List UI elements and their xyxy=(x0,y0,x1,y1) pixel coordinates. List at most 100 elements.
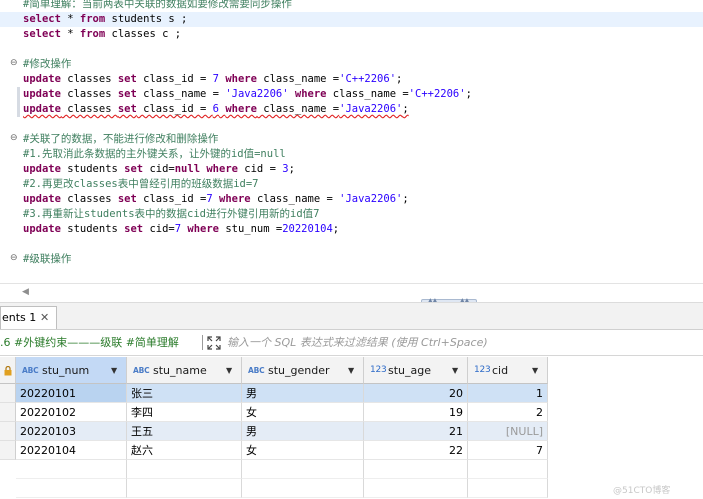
cell-stu-num[interactable]: 20220103 xyxy=(16,422,127,441)
code-token: ; xyxy=(465,88,472,100)
cell-stu-age[interactable]: 20 xyxy=(364,384,468,403)
cell-cid[interactable]: [NULL] xyxy=(468,422,548,441)
scroll-left-arrow-icon[interactable]: ◀ xyxy=(22,287,29,297)
code-token: ; xyxy=(396,73,403,85)
divider xyxy=(202,335,203,350)
sql-statement-line[interactable]: update students set cid=7 where stu_num … xyxy=(0,222,703,237)
cell-stu-gender[interactable]: 女 xyxy=(242,441,364,460)
cell-stu-name[interactable]: 赵六 xyxy=(127,441,242,460)
table-row[interactable]: 20220104 赵六女 22 7 xyxy=(0,441,548,460)
comment-line[interactable]: ⊖ #关联了的数据，不能进行修改和删除操作 xyxy=(0,132,703,147)
filter-input[interactable]: 输入一个 SQL 表达式来过滤结果 (使用 Ctrl+Space) xyxy=(227,330,488,355)
sql-editor[interactable]: #简单理解：当前两表中关联的数据如要修改需要同步操作 select * from … xyxy=(0,0,703,283)
editor-horizontal-scrollbar[interactable]: ◀ ▲▲ ▲▲ xyxy=(0,283,703,305)
cell-stu-age[interactable]: 21 xyxy=(364,422,468,441)
expand-icon[interactable] xyxy=(207,336,221,350)
code-text: update classes set class_id = 7 where cl… xyxy=(23,72,402,87)
sql-statement-line[interactable]: update classes set class_id = 7 where cl… xyxy=(0,72,703,87)
result-grid[interactable]: ABC stu_num ▼ ABC stu_name ▼ ABC stu_gender ▼ 123… xyxy=(0,357,703,499)
keyword-token: set xyxy=(124,223,144,235)
cell-stu-name[interactable]: 王五 xyxy=(127,422,242,441)
watermark: @51CTO博客 xyxy=(613,486,671,496)
code-token: classes xyxy=(60,103,118,115)
code-token: classes c ; xyxy=(105,28,182,40)
column-header-stu-gender[interactable]: ABC stu_gender ▼ xyxy=(242,357,364,384)
code-text: update students set cid=null where cid =… xyxy=(23,162,295,177)
sort-icon[interactable]: ▼ xyxy=(452,357,458,384)
code-text: update students set cid=7 where stu_num … xyxy=(23,222,339,237)
empty-grid-cell xyxy=(16,460,127,479)
sort-icon[interactable]: ▼ xyxy=(348,357,354,384)
cell-stu-age[interactable]: 19 xyxy=(364,403,468,422)
keyword-token: where xyxy=(219,193,251,205)
code-token: students s ; xyxy=(105,13,188,25)
keyword-token: update xyxy=(23,73,61,85)
code-token: * xyxy=(60,13,80,25)
comment-line[interactable]: ⊖ #级联操作 xyxy=(0,252,703,267)
table-row[interactable]: 20220101 张三男 20 1 xyxy=(0,384,548,403)
results-tab-strip: ents 1 ✕ xyxy=(0,302,703,330)
sql-statement-line[interactable]: update classes set class_name = 'Java220… xyxy=(0,87,703,102)
keyword-token: set xyxy=(117,88,137,100)
comment-line[interactable]: ⊖ #修改操作 xyxy=(0,57,703,72)
fold-toggle-icon[interactable]: ⊖ xyxy=(10,254,18,263)
sql-statement-line[interactable]: select * from students s ; xyxy=(0,12,703,27)
keyword-token: select xyxy=(23,28,61,40)
code-token: students xyxy=(60,223,125,235)
empty-grid-cell xyxy=(468,460,548,479)
close-icon[interactable]: ✕ xyxy=(40,307,49,329)
tab-results[interactable]: ents 1 ✕ xyxy=(0,306,57,329)
cell-cid[interactable]: 2 xyxy=(468,403,548,422)
cell-cid[interactable]: 7 xyxy=(468,441,548,460)
keyword-token: update xyxy=(23,103,61,115)
table-row[interactable]: 20220103 王五男 21 [NULL] xyxy=(0,422,548,441)
sql-statement-line[interactable]: update classes set class_id =7 where cla… xyxy=(0,192,703,207)
table-row[interactable]: 20220102 李四女 19 2 xyxy=(0,403,548,422)
sort-icon[interactable]: ▼ xyxy=(532,357,538,384)
string-token: 'C++2206' xyxy=(408,88,466,100)
column-header-stu-age[interactable]: 123 stu_age ▼ xyxy=(364,357,468,384)
fold-toggle-icon[interactable]: ⊖ xyxy=(10,134,18,143)
sort-icon[interactable]: ▼ xyxy=(111,357,117,384)
column-header-stu-name[interactable]: ABC stu_name ▼ xyxy=(127,357,242,384)
sort-icon[interactable]: ▼ xyxy=(226,357,232,384)
cell-stu-gender[interactable]: 女 xyxy=(242,403,364,422)
keyword-token: select xyxy=(23,13,61,25)
cell-stu-gender[interactable]: 男 xyxy=(242,422,364,441)
fold-toggle-icon[interactable]: ⊖ xyxy=(10,59,18,68)
cell-stu-name[interactable]: 张三 xyxy=(127,384,242,403)
comment-text: #关联了的数据，不能进行修改和删除操作 xyxy=(23,133,219,145)
cell-cid[interactable]: 1 xyxy=(468,384,548,403)
cell-stu-name[interactable]: 李四 xyxy=(127,403,242,422)
sql-statement-line[interactable]: update classes set class_id = 6 where cl… xyxy=(0,102,703,117)
code-token: students xyxy=(60,163,125,175)
cell-stu-gender[interactable]: 男 xyxy=(242,384,364,403)
cell-stu-age[interactable]: 22 xyxy=(364,441,468,460)
comment-line[interactable]: #简单理解：当前两表中关联的数据如要修改需要同步操作 xyxy=(0,0,703,12)
comment-line[interactable]: #3.再重新让students表中的数据cid进行外键引用新的id值7 xyxy=(0,207,703,222)
keyword-token: update xyxy=(23,223,61,235)
keyword-token: null xyxy=(174,163,201,175)
cell-stu-num[interactable]: 20220104 xyxy=(16,441,127,460)
lock-icon xyxy=(4,366,12,376)
column-header-cid[interactable]: 123 cid ▼ xyxy=(468,357,548,384)
code-token: class_name = xyxy=(326,88,409,100)
column-header-stu-num[interactable]: ABC stu_num ▼ xyxy=(16,357,127,384)
cell-stu-num[interactable]: 20220102 xyxy=(16,403,127,422)
comment-line[interactable]: #2.再更改classes表中曾经引用的班级数据id=7 xyxy=(0,177,703,192)
column-name: stu_age xyxy=(388,364,432,377)
code-token: class_id = xyxy=(136,73,213,85)
column-name: cid xyxy=(492,364,509,377)
code-token: class_id = xyxy=(136,193,207,205)
sql-statement-line[interactable]: select * from classes c ; xyxy=(0,27,703,42)
comment-line[interactable]: #1.先取消此条数据的主外键关系，让外键的id值=null xyxy=(0,147,703,162)
cell-stu-num[interactable]: 20220101 xyxy=(16,384,127,403)
keyword-token: where xyxy=(225,103,257,115)
number-token: 20220104 xyxy=(282,223,333,235)
code-text: update classes set class_name = 'Java220… xyxy=(23,87,472,102)
code-token: class_name = xyxy=(256,73,340,85)
string-token: 'Java2206' xyxy=(225,88,289,100)
column-name: stu_gender xyxy=(268,364,330,377)
sql-statement-line[interactable]: update students set cid=null where cid =… xyxy=(0,162,703,177)
code-token: * xyxy=(60,28,80,40)
